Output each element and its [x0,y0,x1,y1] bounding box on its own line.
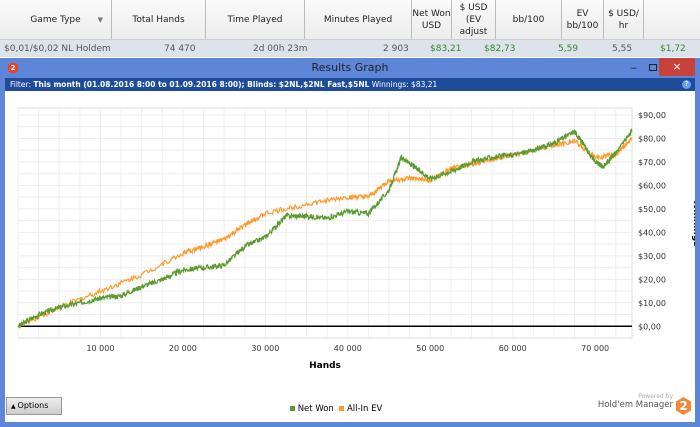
filter-bar: Filter: This month (01.08.2016 8:00 to 0… [5,78,695,91]
app-badge-icon: 2 [8,63,18,73]
y-axis-label: Winnings [691,199,695,246]
table-header: Game Type ▼ Total Hands Time Played Minut… [0,0,700,40]
col-game-type[interactable]: Game Type ▼ [0,0,112,39]
col-total-hands[interactable]: Total Hands [112,0,206,39]
y-tick-label: $80,00 [638,135,666,144]
y-tick-label: $0,00 [638,322,661,331]
close-button[interactable]: × [659,58,695,76]
title-bar: 2 Results Graph ‒ × [5,58,695,78]
y-tick-label: $50,00 [638,205,666,214]
plot-area [17,107,633,339]
col-ev-bb100[interactable]: EV bb/100 [562,0,604,39]
results-graph-window: 2 Results Graph ‒ × Filter: This month (… [0,58,700,427]
graph-panel: 10 000 20 000 30 000 40 000 50 000 60 000 70 0… [5,91,700,422]
maximize-button[interactable] [649,64,657,71]
y-tick-label: $40,00 [638,228,666,237]
legend: Net Won All-In EV [290,404,382,414]
x-axis-label: Hands [309,361,341,371]
options-button[interactable]: ▲ Options [6,397,62,415]
col-time-played[interactable]: Time Played [206,0,305,39]
y-tick-label: $10,00 [638,299,666,308]
minimize-button[interactable]: ‒ [630,58,637,78]
help-icon[interactable]: ? [682,80,691,89]
y-tick-label: $30,00 [638,252,666,261]
powered-by-logo: Powered by Hold'em Manager [597,393,673,410]
results-chart: 10 000 20 000 30 000 40 000 50 000 60 000 70 0… [17,107,700,371]
legend-net-won-swatch [290,406,295,411]
y-tick-label: $60,00 [638,181,666,190]
x-tick-label: 10 000 [86,344,114,353]
col-bb100[interactable]: bb/100 [496,0,562,39]
y-tick-label: $90,00 [638,111,666,120]
x-tick-label: 50 000 [416,344,444,353]
col-minutes-played[interactable]: Minutes Played [305,0,412,39]
col-ev-adjust[interactable]: $ USD (EV adjust [452,0,496,39]
window-title: Results Graph [311,61,389,74]
x-tick-label: 70 000 [581,344,609,353]
y-tick-label: $20,00 [638,275,666,284]
x-tick-label: 20 000 [169,344,197,353]
sort-dropdown-icon[interactable]: ▼ [98,14,103,26]
x-tick-label: 40 000 [334,344,362,353]
table-row[interactable]: $0,01/$0,02 NL Holdem 74 470 2d 00h 23m … [0,40,700,57]
legend-all-in-ev-swatch [339,406,345,411]
x-tick-label: 30 000 [251,344,279,353]
col-usd-hr[interactable]: $ USD/ hr [604,0,644,39]
y-tick-label: $70,00 [638,158,666,167]
x-tick-label: 60 000 [499,344,527,353]
col-net-won[interactable]: Net Won USD [412,0,452,39]
